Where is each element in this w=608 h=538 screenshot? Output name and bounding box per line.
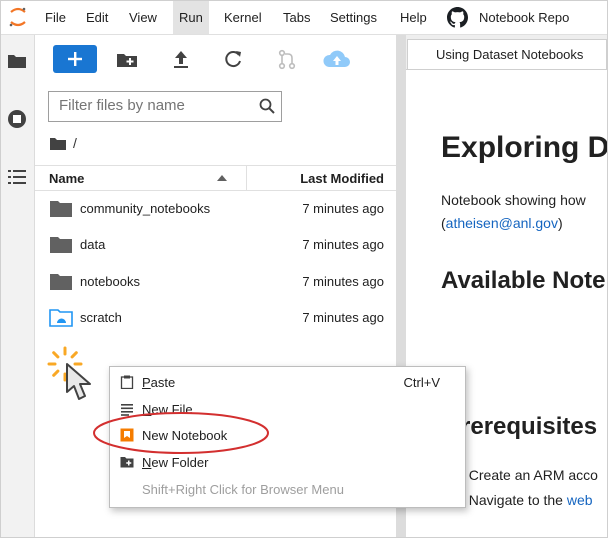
menu-help[interactable]: Help	[394, 1, 433, 34]
file-name: community_notebooks	[80, 201, 211, 216]
file-modified: 7 minutes ago	[302, 201, 384, 216]
menu-view[interactable]: View	[123, 1, 163, 34]
cursor-arrow-icon	[66, 363, 91, 400]
file-modified: 7 minutes ago	[302, 237, 384, 252]
menu-edit[interactable]: Edit	[80, 1, 114, 34]
file-row[interactable]: notebooks 7 minutes ago	[35, 263, 396, 299]
cloud-upload-icon[interactable]	[321, 45, 353, 73]
folder-icon[interactable]	[7, 51, 27, 71]
prereq-step-1: . Create an ARM acco	[461, 467, 598, 483]
menu-file[interactable]: File	[39, 1, 72, 34]
notebook-tab-bar: Using Dataset Notebooks	[406, 35, 607, 70]
menu-bar: File Edit View Run Kernel Tabs Settings …	[1, 1, 607, 35]
app-window: File Edit View Run Kernel Tabs Settings …	[0, 0, 608, 538]
notebook-intro-line: Notebook showing how	[441, 192, 586, 208]
prerequisites-heading: rerequisites	[461, 413, 598, 440]
notebook-heading: Exploring D	[441, 131, 608, 164]
file-list-header: Name Last Modified	[35, 165, 396, 191]
paren-close: )	[557, 215, 563, 231]
file-modified: 7 minutes ago	[302, 274, 384, 289]
shared-folder-icon	[49, 309, 73, 327]
menu-settings[interactable]: Settings	[324, 1, 383, 34]
file-row[interactable]: data 7 minutes ago	[35, 226, 396, 262]
label-text: aste	[150, 375, 176, 390]
github-icon[interactable]	[447, 7, 468, 28]
file-row[interactable]: scratch 7 minutes ago	[35, 299, 396, 335]
folder-icon[interactable]	[50, 137, 66, 150]
column-divider[interactable]	[246, 166, 247, 190]
paste-icon	[120, 375, 134, 389]
breadcrumb-root[interactable]: /	[73, 135, 77, 151]
highlight-ellipse	[93, 412, 269, 454]
git-icon[interactable]	[275, 45, 299, 73]
folder-icon	[50, 237, 72, 253]
folder-icon	[50, 201, 72, 217]
activity-bar	[1, 35, 35, 537]
mnemonic: P	[142, 375, 151, 390]
file-name: notebooks	[80, 274, 140, 289]
filter-files-input[interactable]	[49, 92, 259, 119]
browser-menu-hint: Shift+Right Click for Browser Menu	[142, 482, 344, 497]
file-row[interactable]: community_notebooks 7 minutes ago	[35, 190, 396, 226]
web-link[interactable]: web	[567, 492, 593, 508]
new-folder-icon	[120, 457, 134, 468]
jupyter-logo[interactable]	[8, 6, 28, 28]
search-icon	[259, 98, 275, 114]
toc-icon[interactable]	[7, 167, 27, 187]
refresh-icon[interactable]	[221, 45, 245, 73]
file-name: scratch	[80, 310, 122, 325]
upload-icon[interactable]	[169, 45, 193, 73]
column-name-header[interactable]: Name	[49, 171, 84, 186]
menu-tabs[interactable]: Tabs	[277, 1, 316, 34]
sort-ascending-icon	[217, 175, 227, 181]
running-icon[interactable]	[7, 109, 27, 129]
menu-item-label: New Folder	[142, 455, 208, 470]
mnemonic: N	[142, 455, 152, 470]
new-launcher-button[interactable]	[53, 45, 97, 73]
email-link[interactable]: atheisen@anl.gov	[446, 215, 558, 231]
prereq-step-2: . Navigate to the web	[461, 492, 593, 508]
folder-icon	[50, 274, 72, 290]
filter-files-input-box	[48, 91, 282, 122]
available-notebooks-heading: Available Note	[441, 267, 606, 294]
menu-item-paste[interactable]: Paste Ctrl+V	[110, 369, 465, 395]
file-modified: 7 minutes ago	[302, 310, 384, 325]
new-folder-icon[interactable]	[115, 45, 139, 73]
column-modified-header[interactable]: Last Modified	[300, 171, 384, 186]
menu-kernel[interactable]: Kernel	[218, 1, 268, 34]
label-text: ew Folder	[151, 455, 209, 470]
shortcut-label: Ctrl+V	[403, 375, 440, 390]
menu-item-label: Paste	[142, 375, 175, 390]
notebook-intro-email-line: (atheisen@anl.gov)	[441, 215, 563, 231]
tab-using-dataset-notebooks[interactable]: Using Dataset Notebooks	[407, 39, 607, 69]
step-2-text: . Navigate to the	[461, 492, 567, 508]
file-name: data	[80, 237, 106, 252]
plus-icon	[68, 52, 82, 66]
notebook-repo-link[interactable]: Notebook Repo	[479, 1, 569, 34]
menu-run[interactable]: Run	[173, 1, 209, 34]
